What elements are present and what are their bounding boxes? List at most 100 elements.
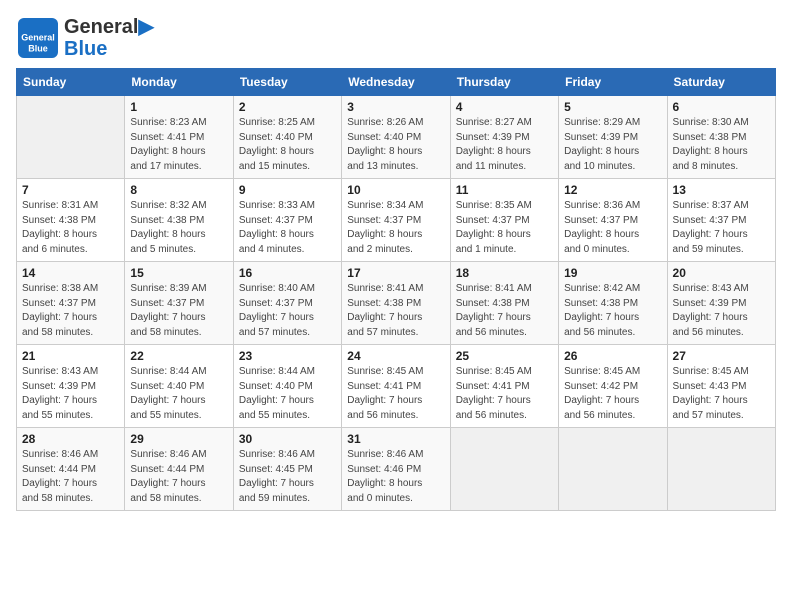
day-info: Sunrise: 8:46 AMSunset: 4:46 PMDaylight:… (347, 448, 444, 506)
weekday-header-wednesday: Wednesday (342, 69, 450, 96)
calendar-cell (667, 428, 775, 511)
day-info: Sunrise: 8:42 AMSunset: 4:38 PMDaylight:… (564, 282, 661, 340)
calendar-cell: 6 Sunrise: 8:30 AMSunset: 4:38 PMDaylight… (667, 96, 775, 179)
calendar-cell: 27 Sunrise: 8:45 AMSunset: 4:43 PMDayligh… (667, 345, 775, 428)
calendar-cell: 2 Sunrise: 8:25 AMSunset: 4:40 PMDaylight… (233, 96, 341, 179)
calendar-cell: 26Sunrise: 8:45 AMSunset: 4:42 PMDayligh… (559, 345, 667, 428)
day-number: 26 (564, 349, 661, 363)
calendar-cell: 30 Sunrise: 8:46 AMSunset: 4:45 PMDayligh… (233, 428, 341, 511)
weekday-header-tuesday: Tuesday (233, 69, 341, 96)
calendar-cell: 29 Sunrise: 8:46 AMSunset: 4:44 PMDayligh… (125, 428, 233, 511)
day-info: Sunrise: 8:26 AMSunset: 4:40 PMDaylight:… (347, 116, 444, 174)
day-info: Sunrise: 8:41 AMSunset: 4:38 PMDaylight:… (456, 282, 553, 340)
calendar-cell: 23Sunrise: 8:44 AMSunset: 4:40 PMDayligh… (233, 345, 341, 428)
weekday-header-friday: Friday (559, 69, 667, 96)
day-number: 18 (456, 266, 553, 280)
day-number: 3 (347, 100, 444, 114)
day-info: Sunrise: 8:45 AMSunset: 4:43 PMDaylight:… (673, 365, 770, 423)
weekday-header-monday: Monday (125, 69, 233, 96)
calendar-cell: 10 Sunrise: 8:34 AMSunset: 4:37 PMDayligh… (342, 179, 450, 262)
calendar-cell: 31 Sunrise: 8:46 AMSunset: 4:46 PMDayligh… (342, 428, 450, 511)
day-info: Sunrise: 8:35 AMSunset: 4:37 PMDaylight:… (456, 199, 553, 257)
day-info: Sunrise: 8:31 AMSunset: 4:38 PMDaylight:… (22, 199, 119, 257)
day-number: 1 (130, 100, 227, 114)
day-info: Sunrise: 8:29 AMSunset: 4:39 PMDaylight:… (564, 116, 661, 174)
logo-text: General▶ Blue (64, 16, 154, 60)
day-number: 23 (239, 349, 336, 363)
calendar-cell: 18 Sunrise: 8:41 AMSunset: 4:38 PMDayligh… (450, 262, 558, 345)
day-number: 31 (347, 432, 444, 446)
day-info: Sunrise: 8:46 AMSunset: 4:45 PMDaylight:… (239, 448, 336, 506)
calendar-cell: 4 Sunrise: 8:27 AMSunset: 4:39 PMDaylight… (450, 96, 558, 179)
day-number: 19 (564, 266, 661, 280)
calendar-cell: 19 Sunrise: 8:42 AMSunset: 4:38 PMDayligh… (559, 262, 667, 345)
calendar-cell: 13 Sunrise: 8:37 AMSunset: 4:37 PMDayligh… (667, 179, 775, 262)
calendar-cell (559, 428, 667, 511)
day-info: Sunrise: 8:41 AMSunset: 4:38 PMDaylight:… (347, 282, 444, 340)
day-info: Sunrise: 8:23 AMSunset: 4:41 PMDaylight:… (130, 116, 227, 174)
day-number: 16 (239, 266, 336, 280)
day-info: Sunrise: 8:38 AMSunset: 4:37 PMDaylight:… (22, 282, 119, 340)
day-info: Sunrise: 8:36 AMSunset: 4:37 PMDaylight:… (564, 199, 661, 257)
calendar-week-5: 28 Sunrise: 8:46 AMSunset: 4:44 PMDayligh… (17, 428, 776, 511)
weekday-header-sunday: Sunday (17, 69, 125, 96)
calendar-week-2: 7 Sunrise: 8:31 AMSunset: 4:38 PMDaylight… (17, 179, 776, 262)
calendar-cell: 14 Sunrise: 8:38 AMSunset: 4:37 PMDayligh… (17, 262, 125, 345)
calendar-cell: 8 Sunrise: 8:32 AMSunset: 4:38 PMDaylight… (125, 179, 233, 262)
day-number: 14 (22, 266, 119, 280)
calendar-cell: 20 Sunrise: 8:43 AMSunset: 4:39 PMDayligh… (667, 262, 775, 345)
day-number: 11 (456, 183, 553, 197)
calendar-cell (17, 96, 125, 179)
page-header: General Blue General▶ Blue (16, 16, 776, 60)
calendar-cell: 11 Sunrise: 8:35 AMSunset: 4:37 PMDayligh… (450, 179, 558, 262)
calendar-cell: 5Sunrise: 8:29 AMSunset: 4:39 PMDaylight… (559, 96, 667, 179)
calendar-cell: 1 Sunrise: 8:23 AMSunset: 4:41 PMDaylight… (125, 96, 233, 179)
day-info: Sunrise: 8:30 AMSunset: 4:38 PMDaylight:… (673, 116, 770, 174)
day-number: 13 (673, 183, 770, 197)
calendar-cell: 25 Sunrise: 8:45 AMSunset: 4:41 PMDayligh… (450, 345, 558, 428)
day-number: 29 (130, 432, 227, 446)
day-number: 24 (347, 349, 444, 363)
day-info: Sunrise: 8:45 AMSunset: 4:41 PMDaylight:… (456, 365, 553, 423)
day-number: 6 (673, 100, 770, 114)
day-number: 20 (673, 266, 770, 280)
day-info: Sunrise: 8:25 AMSunset: 4:40 PMDaylight:… (239, 116, 336, 174)
day-info: Sunrise: 8:32 AMSunset: 4:38 PMDaylight:… (130, 199, 227, 257)
day-info: Sunrise: 8:45 AMSunset: 4:41 PMDaylight:… (347, 365, 444, 423)
day-info: Sunrise: 8:34 AMSunset: 4:37 PMDaylight:… (347, 199, 444, 257)
calendar-cell: 12 Sunrise: 8:36 AMSunset: 4:37 PMDayligh… (559, 179, 667, 262)
calendar-cell: 15 Sunrise: 8:39 AMSunset: 4:37 PMDayligh… (125, 262, 233, 345)
day-info: Sunrise: 8:33 AMSunset: 4:37 PMDaylight:… (239, 199, 336, 257)
calendar-cell: 22Sunrise: 8:44 AMSunset: 4:40 PMDayligh… (125, 345, 233, 428)
day-number: 25 (456, 349, 553, 363)
calendar-cell: 17 Sunrise: 8:41 AMSunset: 4:38 PMDayligh… (342, 262, 450, 345)
calendar-cell: 28Sunrise: 8:46 AMSunset: 4:44 PMDayligh… (17, 428, 125, 511)
day-number: 4 (456, 100, 553, 114)
logo-icon: General Blue (16, 16, 60, 60)
calendar-cell: 7 Sunrise: 8:31 AMSunset: 4:38 PMDaylight… (17, 179, 125, 262)
day-number: 15 (130, 266, 227, 280)
day-number: 8 (130, 183, 227, 197)
day-number: 10 (347, 183, 444, 197)
weekday-header-thursday: Thursday (450, 69, 558, 96)
calendar-cell: 16Sunrise: 8:40 AMSunset: 4:37 PMDayligh… (233, 262, 341, 345)
day-number: 12 (564, 183, 661, 197)
day-info: Sunrise: 8:46 AMSunset: 4:44 PMDaylight:… (130, 448, 227, 506)
svg-text:General: General (21, 32, 55, 42)
day-info: Sunrise: 8:39 AMSunset: 4:37 PMDaylight:… (130, 282, 227, 340)
calendar-cell: 9Sunrise: 8:33 AMSunset: 4:37 PMDaylight… (233, 179, 341, 262)
weekday-header-saturday: Saturday (667, 69, 775, 96)
day-number: 17 (347, 266, 444, 280)
day-number: 27 (673, 349, 770, 363)
day-number: 21 (22, 349, 119, 363)
day-number: 2 (239, 100, 336, 114)
day-info: Sunrise: 8:37 AMSunset: 4:37 PMDaylight:… (673, 199, 770, 257)
day-number: 30 (239, 432, 336, 446)
calendar-body: 1 Sunrise: 8:23 AMSunset: 4:41 PMDaylight… (17, 96, 776, 511)
day-info: Sunrise: 8:27 AMSunset: 4:39 PMDaylight:… (456, 116, 553, 174)
day-number: 28 (22, 432, 119, 446)
calendar-cell: 24 Sunrise: 8:45 AMSunset: 4:41 PMDayligh… (342, 345, 450, 428)
day-info: Sunrise: 8:43 AMSunset: 4:39 PMDaylight:… (673, 282, 770, 340)
day-number: 7 (22, 183, 119, 197)
calendar-cell: 3 Sunrise: 8:26 AMSunset: 4:40 PMDaylight… (342, 96, 450, 179)
